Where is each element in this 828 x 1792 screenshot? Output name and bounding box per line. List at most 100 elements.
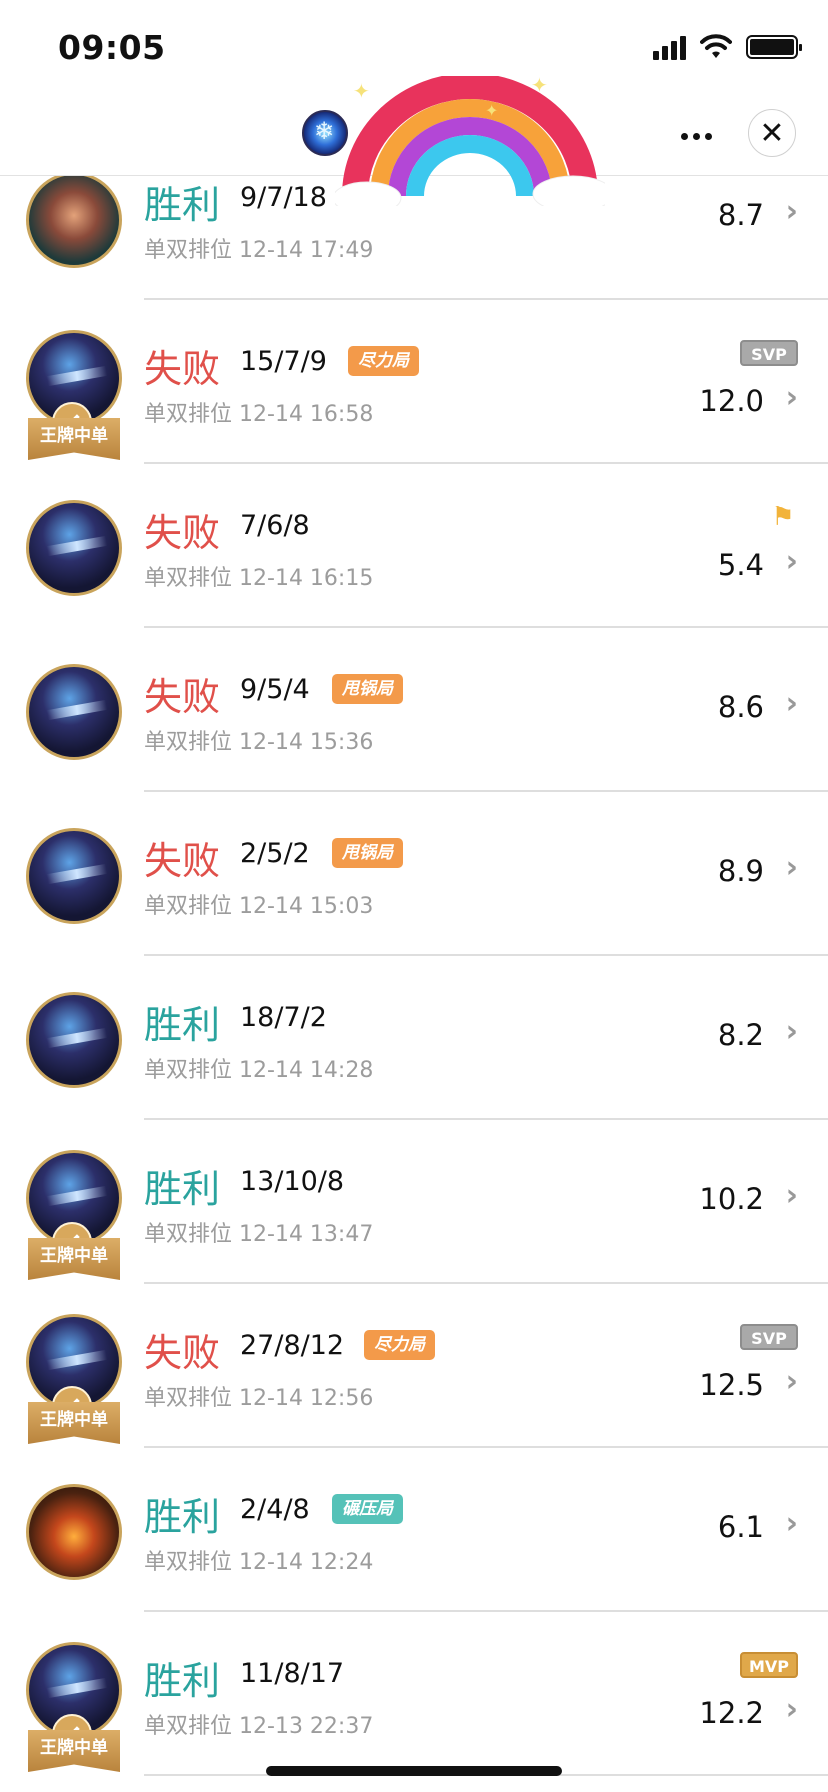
close-button[interactable]: ✕ [748, 109, 796, 157]
match-mode: 单双排位 [144, 1386, 233, 1411]
svg-text:✦: ✦ [485, 101, 498, 120]
match-row[interactable]: 王牌中单 失败 27/8/12 尽力局 单双排位 12-14 12:56 SVP 12.5 › [0, 1284, 828, 1448]
match-datetime: 12-14 12:24 [239, 1550, 374, 1575]
match-score: 5.4 [717, 548, 764, 582]
kda-text: 11/8/17 [240, 1658, 345, 1689]
chevron-right-icon[interactable]: › [786, 850, 798, 885]
kda-text: 9/5/4 [240, 674, 310, 705]
svg-text:✦: ✦ [353, 79, 370, 103]
match-mode: 单双排位 [144, 1714, 233, 1739]
kda-text: 9/7/18 [240, 182, 327, 213]
match-meta: 单双排位 12-14 16:58 [144, 396, 373, 428]
match-meta: 单双排位 12-14 17:49 [144, 232, 373, 264]
match-datetime: 12-14 16:58 [239, 402, 374, 427]
hero-avatar [26, 172, 122, 268]
cellular-signal-icon [653, 34, 686, 60]
match-score: 8.9 [717, 854, 764, 888]
match-result: 胜利 [144, 1167, 221, 1211]
kda-text: 2/5/2 [240, 838, 310, 869]
match-score: 12.0 [699, 384, 764, 418]
match-mode: 单双排位 [144, 566, 233, 591]
match-tag: 甩锅局 [332, 674, 403, 704]
more-dot-icon [704, 132, 712, 140]
rainbow-sticker-icon: ✦ ✦ ✦ [335, 76, 605, 206]
match-row[interactable]: 失败 9/5/4 甩锅局单双排位 12-14 15:36 8.6 › [0, 628, 828, 792]
match-mode: 单双排位 [144, 1550, 233, 1575]
chevron-right-icon[interactable]: › [786, 380, 798, 415]
match-row[interactable]: 王牌中单 胜利 11/8/17 单双排位 12-13 22:37 MVP 12.2 › [0, 1612, 828, 1776]
ace-title-ribbon: 王牌中单 [28, 1402, 120, 1444]
special-award-icon: ⚑ [771, 502, 795, 532]
match-score: 12.5 [699, 1368, 764, 1402]
match-datetime: 12-14 16:15 [239, 566, 374, 591]
match-row[interactable]: 王牌中单 胜利 13/10/8 单双排位 12-14 13:47 10.2 › [0, 1120, 828, 1284]
ace-title-ribbon: 王牌中单 [28, 1238, 120, 1280]
match-meta: 单双排位 12-14 15:36 [144, 724, 373, 756]
match-datetime: 12-14 17:49 [239, 238, 374, 263]
match-mode: 单双排位 [144, 894, 233, 919]
mvp-badge: MVP [740, 1652, 798, 1678]
ace-title-ribbon: 王牌中单 [28, 1730, 120, 1772]
kda-text: 2/4/8 [240, 1494, 310, 1525]
chevron-right-icon[interactable]: › [786, 1178, 798, 1213]
match-row[interactable]: 王牌中单 失败 15/7/9 尽力局 单双排位 12-14 16:58 SVP 12.0 › [0, 300, 828, 464]
chevron-right-icon[interactable]: › [786, 1692, 798, 1727]
match-datetime: 12-14 13:47 [239, 1222, 374, 1247]
match-result: 失败 [144, 675, 221, 719]
match-meta: 单双排位 12-14 16:15 [144, 560, 373, 592]
match-datetime: 12-14 14:28 [239, 1058, 374, 1083]
match-result: 胜利 [144, 183, 221, 227]
match-meta: 单双排位 12-14 12:24 [144, 1544, 373, 1576]
more-options-button[interactable] [674, 116, 718, 156]
match-score: 10.2 [699, 1182, 764, 1216]
match-datetime: 12-14 15:03 [239, 894, 374, 919]
match-score: 12.2 [699, 1696, 764, 1730]
hero-avatar [26, 828, 122, 924]
match-result: 胜利 [144, 1495, 221, 1539]
kda-text: 15/7/9 [240, 346, 327, 377]
match-tag: 尽力局 [364, 1330, 435, 1360]
more-dot-icon [692, 132, 700, 140]
svg-text:✦: ✦ [531, 76, 548, 97]
battery-icon [746, 35, 802, 59]
match-mode: 单双排位 [144, 402, 233, 427]
home-indicator[interactable] [266, 1766, 562, 1776]
svp-badge: SVP [740, 340, 798, 366]
hero-avatar [26, 664, 122, 760]
match-mode: 单双排位 [144, 238, 233, 263]
match-result: 失败 [144, 511, 221, 555]
chevron-right-icon[interactable]: › [786, 1506, 798, 1541]
match-row[interactable]: 失败 7/6/8 单双排位 12-14 16:15 ⚑ 5.4 › [0, 464, 828, 628]
match-row[interactable]: 胜利 2/4/8 碾压局单双排位 12-14 12:24 6.1 › [0, 1448, 828, 1612]
chevron-right-icon[interactable]: › [786, 686, 798, 721]
match-mode: 单双排位 [144, 1058, 233, 1083]
match-meta: 单双排位 12-13 22:37 [144, 1708, 373, 1740]
match-result: 胜利 [144, 1003, 221, 1047]
hero-avatar [26, 1484, 122, 1580]
match-mode: 单双排位 [144, 730, 233, 755]
match-meta: 单双排位 12-14 13:47 [144, 1216, 373, 1248]
match-score: 8.7 [717, 198, 764, 232]
kda-text: 18/7/2 [240, 1002, 327, 1033]
match-datetime: 12-13 22:37 [239, 1714, 374, 1739]
match-tag: 碾压局 [332, 1494, 403, 1524]
status-time: 09:05 [58, 28, 166, 67]
match-datetime: 12-14 12:56 [239, 1386, 374, 1411]
chevron-right-icon[interactable]: › [786, 1364, 798, 1399]
nav-bar: ✦ ✦ ✦ ✕ [0, 76, 828, 206]
match-result: 失败 [144, 347, 221, 391]
chevron-right-icon[interactable]: › [786, 544, 798, 579]
match-row[interactable]: 胜利 18/7/2 单双排位 12-14 14:28 8.2 › [0, 956, 828, 1120]
more-dot-icon [680, 132, 688, 140]
match-result: 胜利 [144, 1659, 221, 1703]
chevron-right-icon[interactable]: › [786, 194, 798, 229]
match-mode: 单双排位 [144, 1222, 233, 1247]
match-tag: 尽力局 [348, 346, 419, 376]
match-score: 8.6 [717, 690, 764, 724]
match-score: 6.1 [717, 1510, 764, 1544]
match-meta: 单双排位 12-14 15:03 [144, 888, 373, 920]
chevron-right-icon[interactable]: › [786, 1014, 798, 1049]
svp-badge: SVP [740, 1324, 798, 1350]
match-result: 失败 [144, 839, 221, 883]
match-row[interactable]: 失败 2/5/2 甩锅局 单双排位 12-14 15:03 8.9 › [0, 792, 828, 956]
